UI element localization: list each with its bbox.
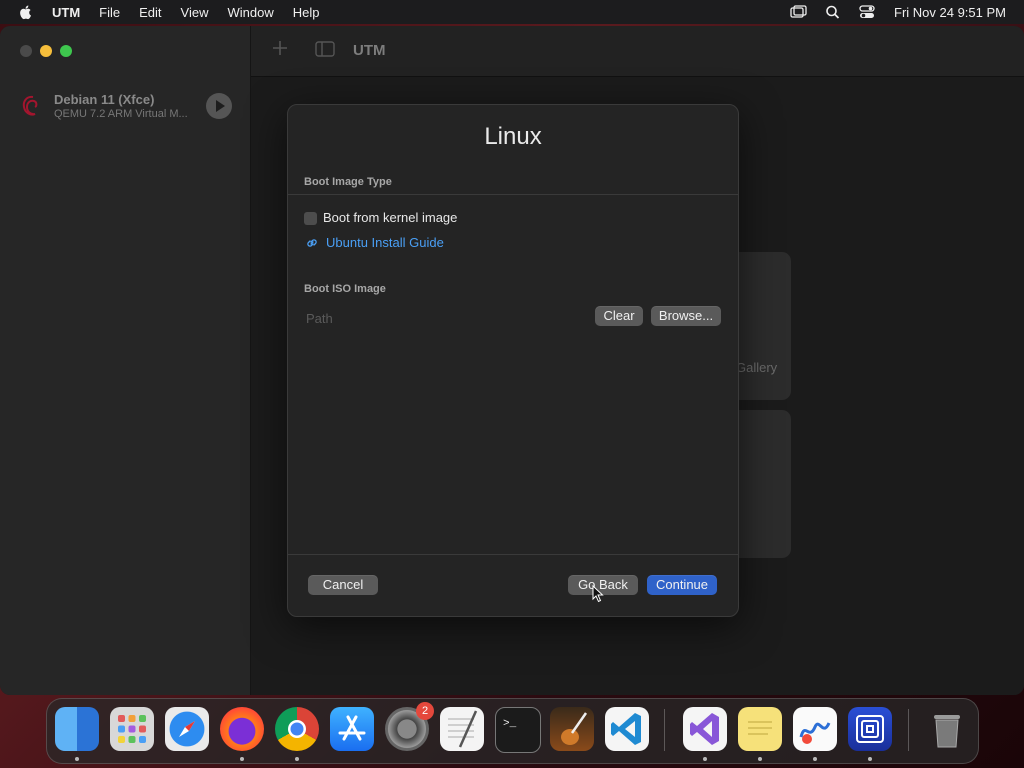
iso-path-input[interactable] [304, 308, 588, 328]
mouse-cursor-icon [592, 585, 604, 603]
boot-image-type-label: Boot Image Type [304, 176, 392, 188]
running-indicator [868, 757, 872, 761]
minimize-window-button[interactable] [40, 45, 52, 57]
footer-divider [288, 554, 738, 555]
boot-from-kernel-checkbox[interactable] [304, 212, 317, 225]
guide-link-text[interactable]: Ubuntu Install Guide [326, 235, 444, 250]
window-toolbar: UTM [251, 26, 1024, 77]
gallery-label: Gallery [736, 360, 778, 375]
add-vm-icon[interactable] [271, 39, 289, 57]
running-indicator [703, 757, 707, 761]
play-icon [216, 100, 225, 112]
visual-studio-icon[interactable] [683, 707, 727, 751]
browse-button[interactable]: Browse... [651, 306, 721, 326]
ubuntu-install-guide-link[interactable]: Ubuntu Install Guide [305, 235, 444, 250]
launchpad-icon[interactable] [110, 707, 154, 751]
spotlight-icon[interactable] [824, 5, 842, 19]
menu-file[interactable]: File [99, 5, 120, 20]
cancel-button[interactable]: Cancel [308, 575, 378, 595]
window-controls [20, 45, 72, 57]
dock: 2 >_ [46, 698, 979, 764]
boot-from-kernel-label[interactable]: Boot from kernel image [323, 210, 457, 225]
menu-window[interactable]: Window [227, 5, 273, 20]
dock-separator [908, 709, 909, 751]
continue-button[interactable]: Continue [647, 575, 717, 595]
menubar-status-area: Fri Nov 24 9:51 PM [774, 0, 1006, 24]
notification-badge: 2 [416, 702, 434, 720]
garageband-icon[interactable] [550, 707, 594, 751]
close-window-button[interactable] [20, 45, 32, 57]
chrome-icon[interactable] [275, 707, 319, 751]
sidebar-toggle-icon[interactable] [315, 41, 335, 57]
screen-mirroring-icon[interactable] [790, 5, 808, 19]
sidebar: Debian 11 (Xfce) QEMU 7.2 ARM Virtual M.… [0, 26, 251, 695]
menu-view[interactable]: View [181, 5, 209, 20]
menubar-clock[interactable]: Fri Nov 24 9:51 PM [894, 5, 1006, 20]
vm-play-button[interactable] [206, 93, 232, 119]
control-center-icon[interactable] [858, 5, 876, 19]
menu-app-utm[interactable]: UTM [52, 5, 80, 20]
running-indicator [758, 757, 762, 761]
clear-button[interactable]: Clear [595, 306, 643, 326]
menu-bar: UTM File Edit View Window Help Fri Nov 2… [0, 0, 1024, 24]
svg-text:>_: >_ [503, 718, 517, 730]
vm-name: Debian 11 (Xfce) [54, 92, 155, 107]
trash-icon[interactable] [925, 707, 969, 751]
boot-iso-image-label: Boot ISO Image [304, 283, 386, 295]
linux-setup-dialog: Linux Boot Image Type Boot from kernel i… [287, 104, 739, 617]
maximize-window-button[interactable] [60, 45, 72, 57]
stickies-icon[interactable] [738, 707, 782, 751]
finder-icon[interactable] [55, 707, 99, 751]
running-indicator [813, 757, 817, 761]
firefox-icon[interactable] [220, 707, 264, 751]
link-icon [307, 238, 317, 247]
vm-list-item[interactable]: Debian 11 (Xfce) QEMU 7.2 ARM Virtual M.… [16, 90, 236, 126]
freeform-icon[interactable] [793, 707, 837, 751]
running-indicator [75, 757, 79, 761]
safari-icon[interactable] [165, 707, 209, 751]
textedit-icon[interactable] [440, 707, 484, 751]
dock-separator [664, 709, 665, 751]
dialog-title: Linux [484, 123, 542, 150]
section-divider [288, 194, 738, 195]
utm-icon[interactable] [848, 707, 892, 751]
running-indicator [240, 757, 244, 761]
vm-subtitle: QEMU 7.2 ARM Virtual M... [54, 108, 188, 120]
menu-help[interactable]: Help [293, 5, 320, 20]
vscode-icon[interactable] [605, 707, 649, 751]
debian-logo-icon [22, 95, 38, 116]
window-title: UTM [353, 42, 386, 59]
terminal-icon[interactable]: >_ [495, 707, 541, 753]
apple-icon[interactable] [18, 4, 34, 20]
menu-edit[interactable]: Edit [139, 5, 161, 20]
running-indicator [295, 757, 299, 761]
app-store-icon[interactable] [330, 707, 374, 751]
